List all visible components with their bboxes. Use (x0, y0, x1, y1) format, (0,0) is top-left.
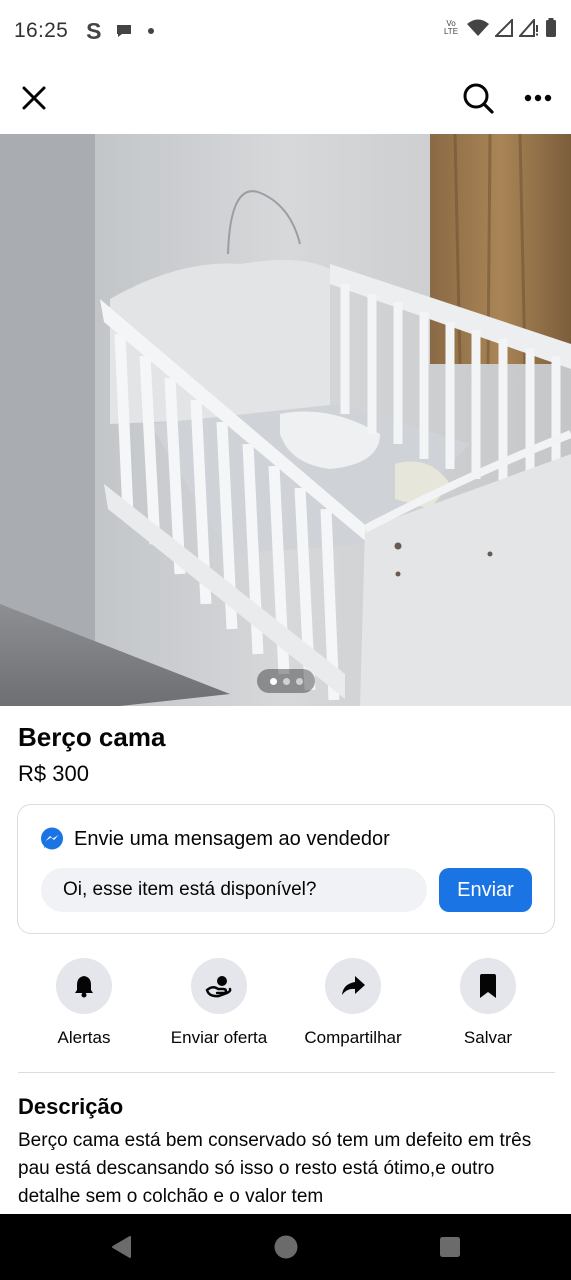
save-label: Salvar (463, 1028, 513, 1047)
save-circle (460, 958, 516, 1014)
wifi-icon (467, 19, 489, 36)
send-offer-button[interactable]: Enviar oferta (152, 958, 286, 1048)
alerts-label: Alertas (57, 1028, 111, 1047)
more-options-button[interactable] (518, 78, 558, 118)
send-offer-label: Enviar oferta (170, 1028, 268, 1047)
chat-bubble-icon (117, 25, 132, 37)
bookmark-icon (480, 974, 496, 998)
photo-pager (257, 669, 315, 693)
notification-icons: S (86, 18, 155, 45)
search-icon (463, 83, 494, 114)
system-icons: Vo LTE (441, 18, 557, 38)
battery-icon (546, 18, 556, 37)
description-heading: Descrição (18, 1094, 124, 1119)
top-bar (0, 62, 571, 134)
share-circle (325, 958, 381, 1014)
close-button[interactable] (16, 78, 52, 118)
description-text: Berço cama está bem conservado só tem um… (18, 1130, 532, 1207)
pager-dot (282, 677, 290, 685)
status-time: 16:25 (14, 19, 69, 42)
listing-price: R$ 300 (18, 761, 89, 786)
more-icon (524, 94, 552, 102)
back-button[interactable] (101, 1231, 141, 1263)
bell-icon (75, 976, 93, 998)
crib-photo-image (0, 134, 571, 706)
recents-button[interactable] (430, 1231, 470, 1263)
share-button[interactable]: Compartilhar (286, 958, 420, 1048)
messenger-icon (41, 827, 63, 850)
share-icon (342, 976, 365, 995)
home-button[interactable] (266, 1231, 306, 1263)
navigation-bar (0, 1214, 571, 1280)
alerts-circle (56, 958, 112, 1014)
close-icon (22, 86, 46, 110)
offer-icon (205, 976, 232, 998)
share-label: Compartilhar (304, 1028, 402, 1047)
send-offer-circle (191, 958, 247, 1014)
message-header: Envie uma mensagem ao vendedor (40, 827, 390, 851)
s-icon: S (86, 17, 102, 44)
volte-icon: Vo LTE (443, 19, 459, 36)
pager-dot-active (269, 677, 277, 685)
alerts-button[interactable]: Alertas (17, 958, 151, 1048)
message-seller-card: Envie uma mensagem ao vendedor Enviar (17, 804, 555, 934)
message-header-text: Envie uma mensagem ao vendedor (74, 827, 390, 850)
listing-title: Berço cama (18, 722, 166, 752)
message-input[interactable] (41, 868, 427, 912)
send-button[interactable]: Enviar (439, 868, 532, 912)
recents-icon (440, 1237, 460, 1257)
back-icon (112, 1236, 131, 1258)
dot-icon (148, 28, 155, 34)
search-button[interactable] (458, 78, 498, 118)
status-bar: 16:25 S Vo LTE (0, 0, 571, 62)
signal-icon (495, 19, 513, 37)
signal-alert-icon (519, 19, 538, 37)
pager-dot (295, 677, 303, 685)
save-button[interactable]: Salvar (421, 958, 555, 1048)
action-row: Alertas Enviar oferta Compartilhar Salva… (0, 958, 571, 1058)
home-icon (274, 1235, 298, 1259)
listing-photo[interactable] (0, 134, 571, 706)
divider (18, 1072, 555, 1073)
